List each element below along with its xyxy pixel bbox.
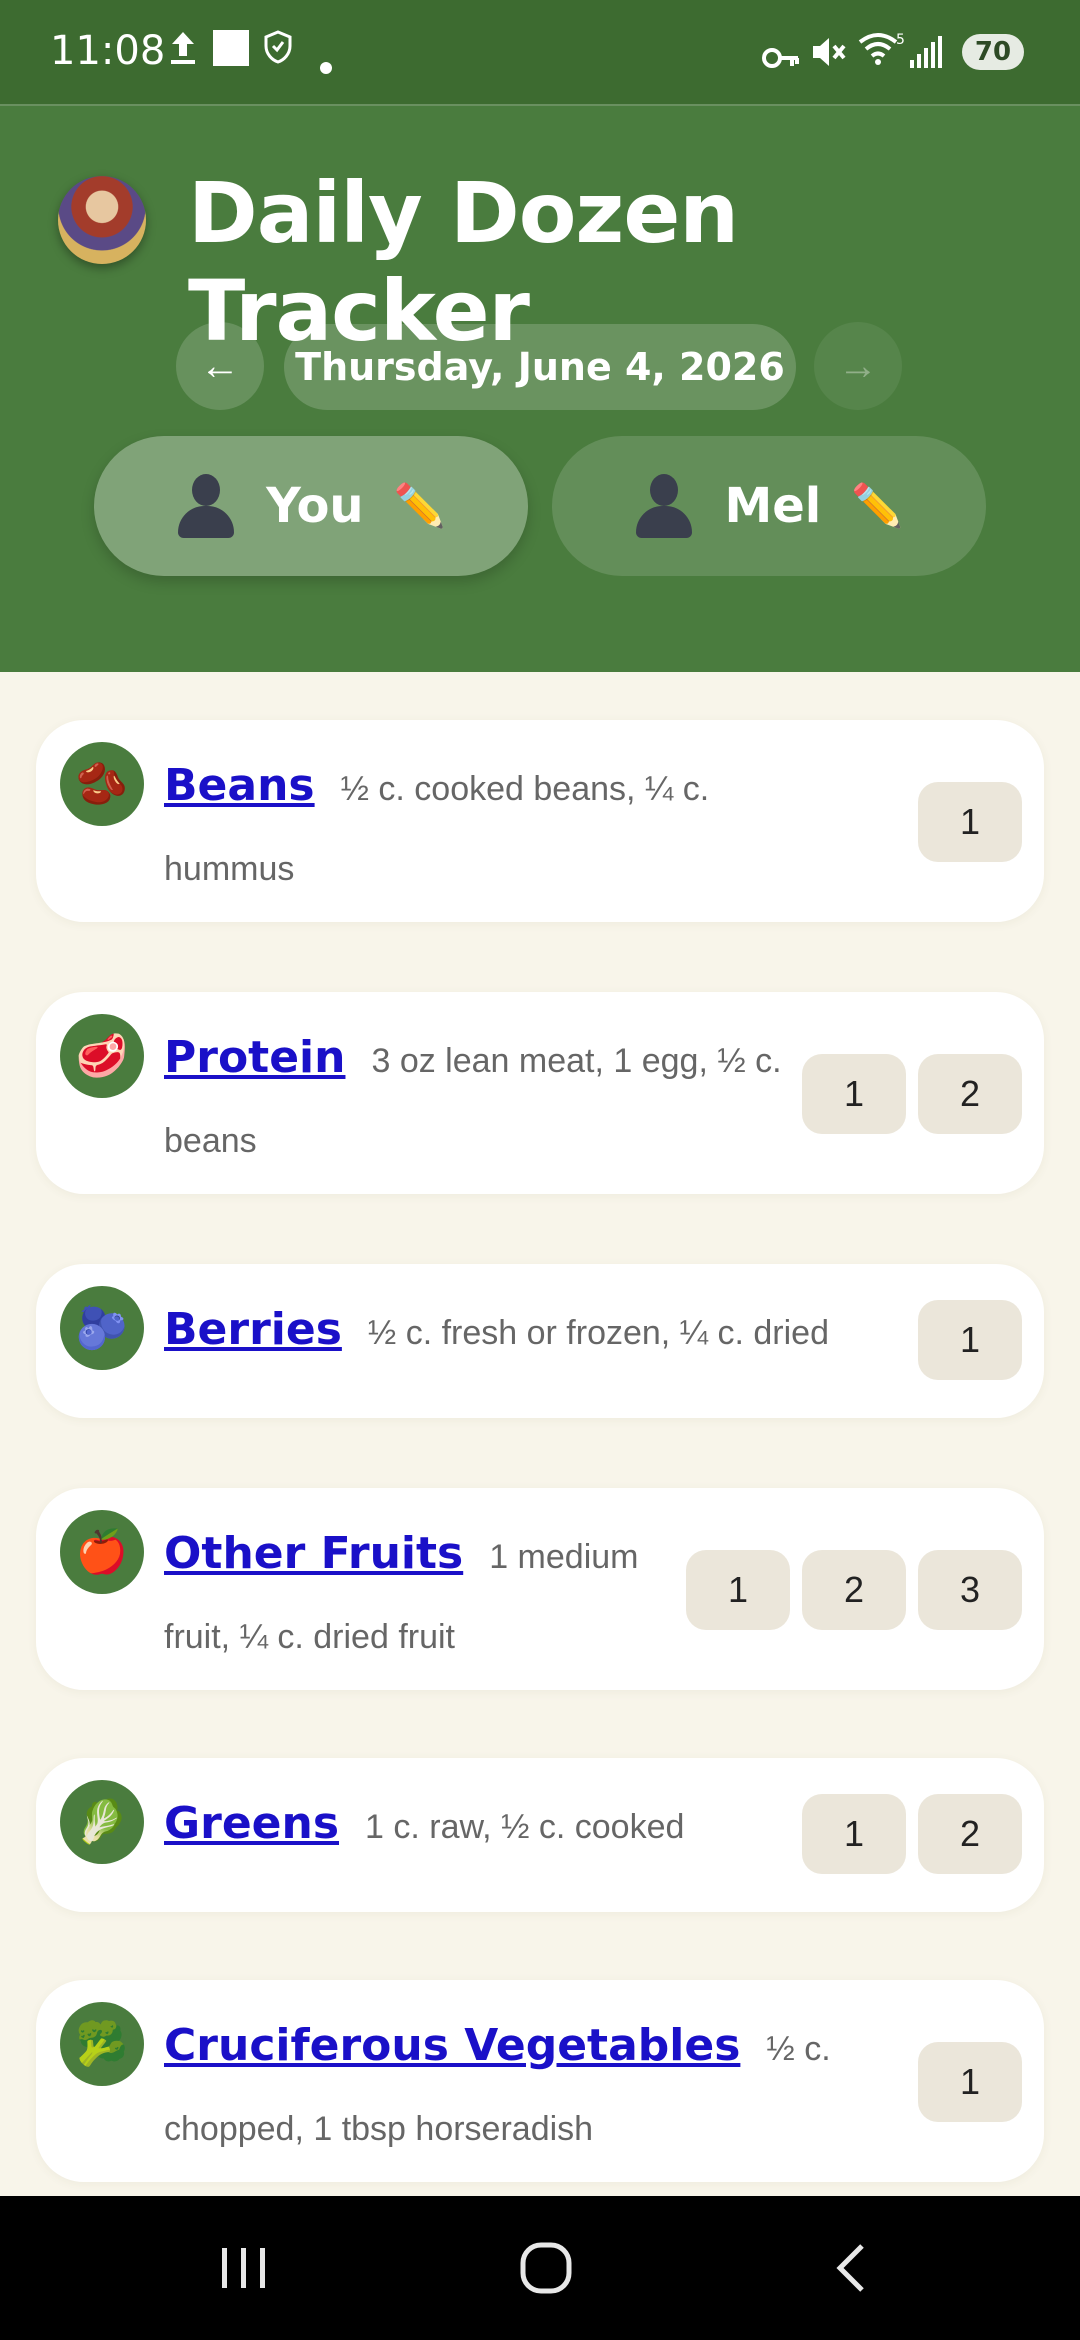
serving-button[interactable]: 2 [918,1054,1022,1134]
battery-indicator: 70 [962,34,1024,70]
status-time: 11:08 [50,28,166,74]
serving-button[interactable]: 2 [918,1794,1022,1874]
shield-icon [264,30,292,70]
next-day-button[interactable]: → [814,322,902,410]
food-name-link[interactable]: Beans [164,760,315,811]
serving-button[interactable]: 1 [918,2042,1022,2122]
person-tab-mel[interactable]: Mel ✏️ [552,436,986,576]
person-tab-you[interactable]: You ✏️ [94,436,528,576]
food-name-link[interactable]: Protein [164,1032,345,1083]
food-name-link[interactable]: Cruciferous Vegetables [164,2020,740,2071]
system-navigation-bar [0,2196,1080,2340]
previous-day-button[interactable]: ← [176,322,264,410]
serving-button[interactable]: 1 [918,782,1022,862]
pencil-icon[interactable]: ✏️ [851,481,903,531]
app-logo [58,176,146,264]
arrow-right-icon: → [838,343,878,388]
serving-buttons: 1 [918,2042,1022,2122]
food-card-berries: 🫐 Berries ½ c. fresh or frozen, ¼ c. drie… [36,1264,1044,1418]
serving-button[interactable]: 2 [802,1550,906,1630]
serving-button[interactable]: 1 [918,1300,1022,1380]
wifi-icon: 5 [858,32,905,74]
status-bar: 11:08 5 70 [0,0,1080,106]
mute-icon [810,34,846,76]
upload-icon [168,30,198,72]
serving-button[interactable]: 1 [802,1054,906,1134]
broccoli-icon: 🥦 [60,2002,144,2086]
home-button[interactable] [520,2242,572,2299]
arrow-left-icon: ← [200,343,240,388]
date-display[interactable]: Thursday, June 4, 2026 [284,324,796,410]
serving-button[interactable]: 3 [918,1550,1022,1630]
svg-text:5: 5 [896,32,904,48]
recent-apps-button[interactable] [218,2242,270,2299]
serving-button[interactable]: 1 [802,1794,906,1874]
food-card-greens: 🥬 Greens 1 c. raw, ½ c. cooked 1 2 [36,1758,1044,1912]
pencil-icon[interactable]: ✏️ [394,481,446,531]
food-card-other-fruits: 🍎 Other Fruits 1 medium fruit, ¼ c. dried… [36,1488,1044,1690]
serving-buttons: 1 [918,1300,1022,1380]
meat-icon: 🥩 [60,1014,144,1098]
serving-buttons: 1 [918,782,1022,862]
food-name-link[interactable]: Other Fruits [164,1528,463,1579]
dot-icon [320,44,332,80]
app-header: Daily Dozen Tracker ← Thursday, June 4, … [0,106,1080,672]
food-card-beans: 🫘 Beans ½ c. cooked beans, ¼ c. hummus 1 [36,720,1044,922]
beans-icon: 🫘 [60,742,144,826]
person-name: Mel [724,478,822,534]
person-avatar-icon [176,474,236,538]
blueberries-icon: 🫐 [60,1286,144,1370]
food-description: ½ c. fresh or frozen, ¼ c. dried [367,1314,829,1352]
serving-buttons: 1 2 3 [686,1550,1022,1630]
serving-buttons: 1 2 [802,1794,1022,1874]
person-avatar-icon [634,474,694,538]
serving-button[interactable]: 1 [686,1550,790,1630]
food-description: 1 c. raw, ½ c. cooked [365,1808,685,1846]
signal-icon [910,36,946,74]
apple-icon: 🍎 [60,1510,144,1594]
person-name: You [266,478,364,534]
square-icon [212,30,250,72]
food-card-protein: 🥩 Protein 3 oz lean meat, 1 egg, ½ c. bea… [36,992,1044,1194]
serving-buttons: 1 2 [802,1054,1022,1134]
food-name-link[interactable]: Berries [164,1304,342,1355]
leafy-greens-icon: 🥬 [60,1780,144,1864]
food-name-link[interactable]: Greens [164,1798,339,1849]
back-button[interactable] [826,2242,878,2299]
key-icon [762,40,800,76]
food-card-cruciferous: 🥦 Cruciferous Vegetables ½ c. chopped, 1 … [36,1980,1044,2182]
